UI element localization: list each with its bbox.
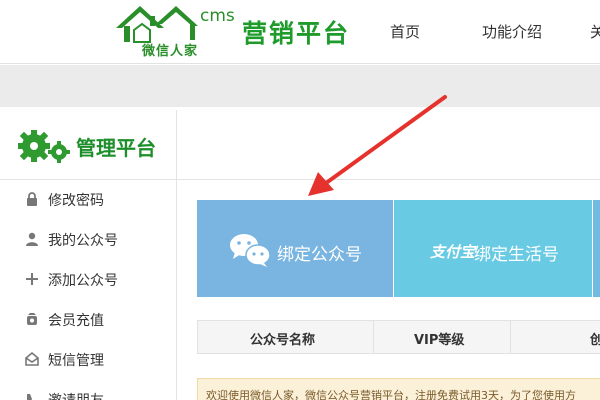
- invite-icon: [27, 394, 32, 400]
- brand-title: 营销平台: [242, 19, 351, 48]
- notice-text: 欢迎使用微信人家，微信公众号营销平台，注册免费试用3天，为了您使用方: [206, 389, 576, 400]
- logo-cms-text: cms: [200, 6, 235, 26]
- nav-features[interactable]: 功能介绍: [482, 21, 542, 42]
- bind-wechat-card[interactable]: 绑定公众号: [197, 200, 393, 297]
- sidebar: 管理平台 修改密码 我的公众号 添加公众号 会员充值 短信管理: [0, 110, 600, 400]
- sidebar-item-add-account[interactable]: 添加公众号: [0, 260, 177, 300]
- table-header: 公众号名称 VIP等级 创: [197, 320, 600, 354]
- main-content: 绑定公众号 支付宝 绑定生活号 公众号名称 VIP等级 创 欢迎使用微信人家，微…: [178, 181, 600, 400]
- lock-icon: [27, 192, 37, 206]
- bind-life-label: 绑定生活号: [474, 245, 559, 265]
- bind-life-card[interactable]: 支付宝 绑定生活号: [394, 200, 592, 297]
- sidebar-item-label: 我的公众号: [48, 233, 118, 249]
- column-divider: [510, 321, 511, 353]
- admin-title: 管理平台: [76, 136, 156, 160]
- column-header-name: 公众号名称: [250, 333, 316, 348]
- sidebar-item-label: 会员充值: [48, 313, 104, 329]
- notice-banner: 欢迎使用微信人家，微信公众号营销平台，注册免费试用3天，为了您使用方: [197, 378, 600, 400]
- sidebar-item-invite[interactable]: 邀请朋友: [0, 380, 177, 400]
- page-root: cms 微信人家 营销平台 首页 功能介绍 关 管理平台 修改密码 我的公众号 …: [0, 0, 600, 400]
- nav-home[interactable]: 首页: [390, 21, 420, 42]
- column-divider: [373, 321, 374, 353]
- gray-band: [0, 65, 600, 107]
- column-header-vip: VIP等级: [414, 333, 465, 348]
- column-header-created: 创: [590, 333, 600, 348]
- third-card[interactable]: [593, 200, 600, 297]
- user-icon: [26, 232, 38, 246]
- nav-about[interactable]: 关: [590, 21, 600, 42]
- site-logo[interactable]: cms 微信人家: [112, 2, 235, 60]
- sidebar-item-label: 修改密码: [48, 193, 104, 209]
- sidebar-item-sms[interactable]: 短信管理: [0, 340, 177, 380]
- sidebar-header: 管理平台: [0, 110, 600, 180]
- top-header: cms 微信人家 营销平台 首页 功能介绍 关: [0, 0, 600, 64]
- wechat-icon: [230, 234, 271, 267]
- sidebar-item-recharge[interactable]: 会员充值: [0, 300, 177, 340]
- logo-subtitle: 微信人家: [142, 44, 199, 59]
- sidebar-item-label: 添加公众号: [48, 273, 118, 289]
- wallet-icon: [27, 313, 37, 325]
- bind-wechat-label: 绑定公众号: [277, 245, 362, 265]
- sidebar-item-label: 短信管理: [48, 353, 104, 369]
- sidebar-item-label: 邀请朋友: [48, 390, 104, 400]
- message-icon: [25, 351, 39, 366]
- plus-icon: [26, 273, 38, 285]
- sidebar-item-my-accounts[interactable]: 我的公众号: [0, 220, 177, 260]
- alipay-icon: 支付宝: [430, 243, 476, 261]
- sidebar-item-change-password[interactable]: 修改密码: [0, 180, 177, 220]
- gear-icon: [18, 130, 70, 163]
